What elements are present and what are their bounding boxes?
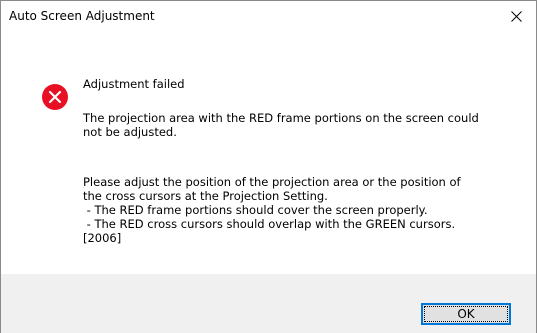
close-button[interactable] <box>496 1 536 31</box>
ok-button-label: OK <box>457 307 475 321</box>
message-line: Please adjust the position of the projec… <box>83 175 461 189</box>
message-line: - The RED cross cursors should overlap w… <box>83 217 456 231</box>
button-bar: OK <box>1 274 536 333</box>
message-line: not be adjusted. <box>83 125 177 139</box>
ok-button[interactable]: OK <box>421 303 511 325</box>
dialog-window: Auto Screen Adjustment Adjustment failed… <box>0 0 537 333</box>
message-area: Adjustment failed The projection area wi… <box>1 31 536 273</box>
window-title: Auto Screen Adjustment <box>9 9 155 23</box>
title-bar: Auto Screen Adjustment <box>1 1 536 31</box>
error-icon <box>42 84 68 110</box>
error-code: [2006] <box>83 231 122 245</box>
message-heading: Adjustment failed <box>83 77 185 91</box>
message-line: - The RED frame portions should cover th… <box>83 203 428 217</box>
message-line: The projection area with the RED frame p… <box>83 111 479 125</box>
close-icon <box>510 10 522 22</box>
message-line: the cross cursors at the Projection Sett… <box>83 189 328 203</box>
